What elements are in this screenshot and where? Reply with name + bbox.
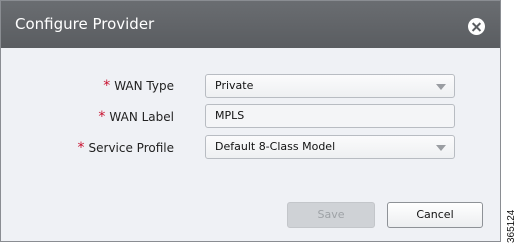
chevron-down-icon (436, 145, 446, 151)
required-marker: * (98, 109, 106, 125)
wan-label-label: * WAN Label (98, 109, 174, 125)
dialog-title: Configure Provider (15, 15, 155, 33)
required-marker: * (77, 140, 85, 156)
dialog-titlebar: Configure Provider (1, 1, 500, 48)
wan-label-value: MPLS (215, 109, 245, 122)
wan-type-label-text: WAN Type (114, 79, 174, 93)
wan-type-label: * WAN Type (103, 78, 174, 94)
configure-provider-dialog: Configure Provider * WAN Type Private * WA… (0, 0, 501, 242)
close-icon[interactable] (468, 18, 485, 35)
service-profile-label: * Service Profile (78, 140, 174, 156)
wan-type-value: Private (215, 79, 254, 92)
service-profile-label-text: Service Profile (88, 141, 174, 155)
chevron-down-icon (436, 84, 446, 90)
cancel-button[interactable]: Cancel (387, 202, 483, 228)
wan-type-select[interactable]: Private (205, 74, 455, 98)
wan-label-label-text: WAN Label (109, 110, 174, 124)
save-button[interactable]: Save (287, 202, 375, 228)
service-profile-value: Default 8-Class Model (215, 140, 336, 153)
required-marker: * (103, 78, 111, 94)
service-profile-select[interactable]: Default 8-Class Model (205, 135, 455, 159)
wan-label-input[interactable]: MPLS (205, 104, 455, 128)
figure-number: 365124 (506, 209, 517, 243)
